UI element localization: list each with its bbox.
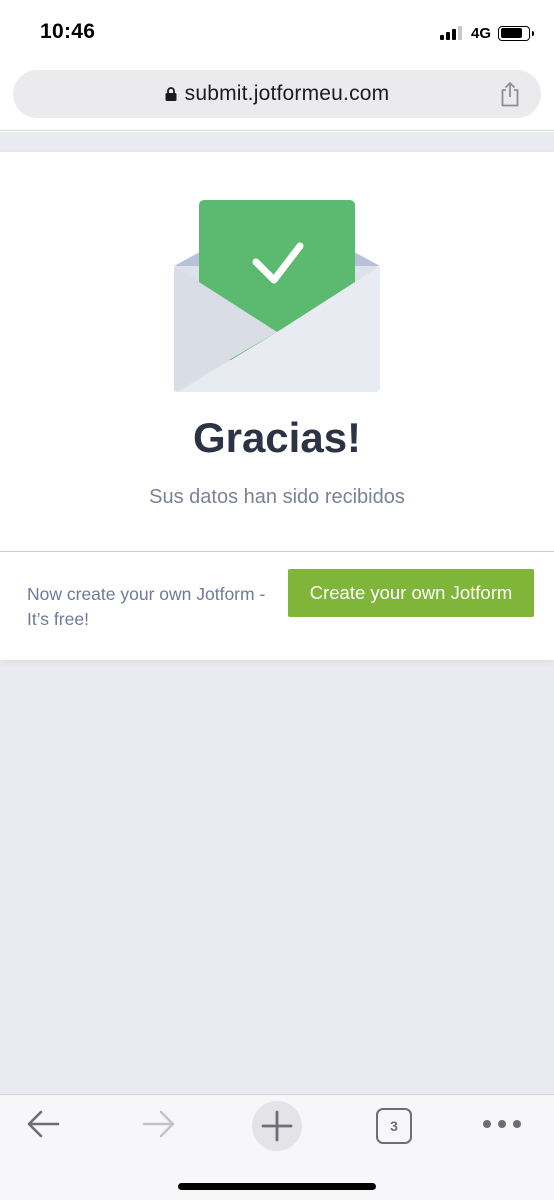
more-button[interactable] bbox=[480, 1101, 524, 1147]
share-icon[interactable] bbox=[499, 81, 521, 107]
lock-icon bbox=[165, 87, 177, 101]
new-tab-button[interactable] bbox=[252, 1101, 302, 1151]
network-type: 4G bbox=[470, 24, 491, 42]
tabs-icon: 3 bbox=[390, 1118, 398, 1134]
url-text: submit.jotformeu.com bbox=[184, 82, 390, 105]
page-content: Gracias! Sus datos han sido recibidos No… bbox=[0, 132, 554, 1094]
back-button[interactable] bbox=[20, 1101, 66, 1147]
envelope-check-icon bbox=[174, 200, 380, 392]
tabs-button[interactable]: 3 bbox=[376, 1108, 412, 1144]
battery-icon bbox=[498, 25, 534, 41]
new-tab-plus-icon bbox=[261, 1110, 293, 1142]
forward-button[interactable] bbox=[136, 1101, 182, 1147]
status-indicators: 4G bbox=[439, 22, 534, 44]
thank-you-title: Gracias! bbox=[192, 414, 362, 461]
signal-icon bbox=[439, 26, 464, 40]
thank-you-subtitle: Sus datos han sido recibidos bbox=[149, 486, 405, 508]
address-bar[interactable]: submit.jotformeu.com bbox=[13, 70, 541, 118]
battery-level bbox=[500, 28, 523, 38]
back-arrow-icon bbox=[27, 1110, 60, 1138]
promo-text-line2: It’s free! bbox=[27, 609, 89, 629]
divider bbox=[0, 551, 554, 552]
thank-you-card: Gracias! Sus datos han sido recibidos No… bbox=[0, 152, 554, 660]
browser-toolbar: 3 bbox=[0, 1094, 554, 1200]
promo-text-line1: Now create your own Jotform - bbox=[27, 584, 266, 604]
browser-header: submit.jotformeu.com bbox=[0, 66, 554, 131]
more-dots-icon bbox=[483, 1120, 521, 1128]
status-time: 10:46 bbox=[40, 20, 96, 43]
forward-arrow-icon bbox=[142, 1110, 175, 1138]
status-bar: 10:46 4G bbox=[0, 0, 554, 66]
home-indicator bbox=[178, 1183, 376, 1190]
create-jotform-button[interactable]: Create your own Jotform bbox=[288, 569, 534, 617]
promo-text: Now create your own Jotform - It’s free! bbox=[27, 582, 289, 632]
